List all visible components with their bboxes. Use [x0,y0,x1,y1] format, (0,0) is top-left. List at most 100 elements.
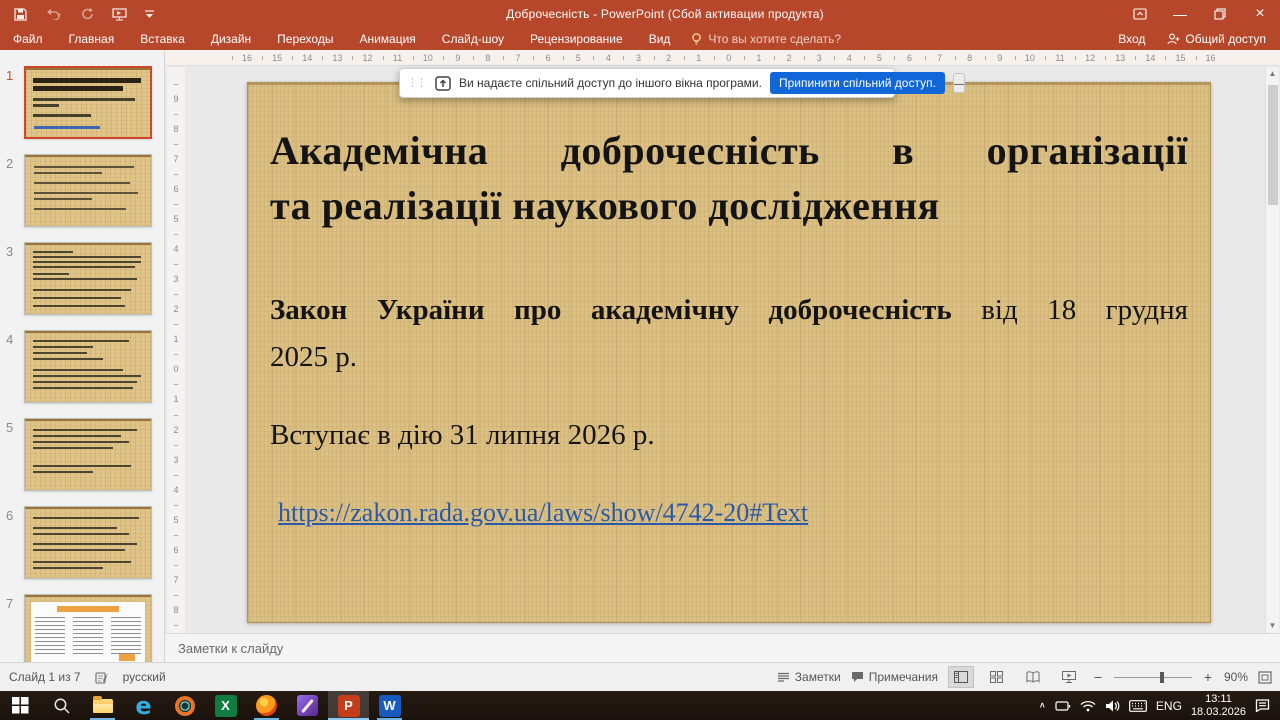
slide-hyperlink[interactable]: https://zakon.rada.gov.ua/laws/show/4742… [278,498,808,528]
zoom-slider-thumb[interactable] [1160,672,1164,683]
ruler-number: 6 [894,50,924,66]
thumbnail-row-6[interactable]: 6 [6,506,164,579]
ruler-number: 4 [167,475,185,505]
start-button[interactable] [0,691,41,720]
scroll-down-icon[interactable]: ▼ [1269,619,1277,633]
notes-placeholder: Заметки к слайду [178,641,283,656]
zoom-slider[interactable] [1114,677,1192,678]
windows-taskbar: e X P W ∧ ENG 13:11 18.0 [0,691,1280,720]
start-slideshow-icon[interactable] [112,8,127,21]
slide-thumbnail[interactable] [24,506,152,579]
slide-law-bold: Закон України про академічну доброчесніс… [270,294,952,326]
ribbon-tab-3[interactable]: Вставка [127,29,198,49]
slide-title[interactable]: Академічна доброчесність в організації т… [270,123,1188,233]
proofing-language[interactable]: русский [123,670,166,684]
zoom-out-button[interactable]: − [1092,669,1104,685]
word-icon[interactable]: W [369,691,410,720]
wifi-icon[interactable] [1080,700,1096,712]
comments-toggle[interactable]: Примечания [851,670,938,684]
ruler-number: 7 [503,50,533,66]
volume-icon[interactable] [1105,700,1120,712]
powerpoint-icon[interactable]: P [328,691,369,720]
ribbon-display-options-icon[interactable] [1120,0,1160,28]
thumbnail-row-5[interactable]: 5 [6,418,164,491]
normal-view-button[interactable] [948,666,974,688]
drag-handle-icon[interactable]: ⋮⋮ [405,78,427,88]
slide-thumbnail[interactable] [24,154,152,227]
file-explorer-icon[interactable] [82,691,123,720]
ruler-number: 13 [322,50,352,66]
ribbon-tab-2[interactable]: Главная [56,29,128,49]
action-center-icon[interactable] [1255,699,1270,712]
zoom-level[interactable]: 90% [1224,670,1248,684]
slide-thumbnail[interactable] [24,330,152,403]
window-title: Доброчесність - PowerPoint (Сбой активац… [210,7,1120,21]
ribbon-tab-6[interactable]: Анимация [346,29,428,49]
thumbnail-row-4[interactable]: 4 [6,330,164,403]
taskbar-search-button[interactable] [41,691,82,720]
ribbon-tab-5[interactable]: Переходы [264,29,346,49]
ribbon-tab-9[interactable]: Вид [636,29,684,49]
sign-in-button[interactable]: Вход [1118,32,1145,46]
device-icon[interactable] [1055,700,1071,712]
share-button[interactable]: Общий доступ [1167,32,1266,46]
slideshow-view-button[interactable] [1056,666,1082,688]
scrollbar-track[interactable] [1266,81,1279,619]
ruler-number: 2 [774,50,804,66]
excel-icon[interactable]: X [205,691,246,720]
tray-expand-icon[interactable]: ∧ [1039,701,1046,710]
undo-icon[interactable] [45,8,63,20]
stop-sharing-button[interactable]: Припинити спільний доступ. [770,72,945,94]
save-icon[interactable] [14,8,27,21]
scrollbar-thumb[interactable] [1268,85,1278,205]
ruler-number: 7 [925,50,955,66]
thumbnail-row-3[interactable]: 3 [6,242,164,315]
thumbnail-preview [25,595,151,662]
thumbnail-row-7[interactable]: 7 [6,594,164,662]
fit-to-window-icon[interactable] [1258,671,1272,684]
slide-effective-date[interactable]: Вступає в дію 31 липня 2026 р. [270,419,1188,452]
ruler-number: 9 [167,84,185,114]
ribbon-tab-7[interactable]: Слайд-шоу [429,29,517,49]
slide-thumbnail[interactable] [24,418,152,491]
powerpoint-window: Доброчесність - PowerPoint (Сбой активац… [0,0,1280,720]
thumbnail-number: 1 [6,66,24,139]
minimize-button[interactable]: — [1160,0,1200,28]
slide-sorter-view-button[interactable] [984,666,1010,688]
customize-qat-icon[interactable] [145,10,154,19]
taskbar-clock[interactable]: 13:11 18.03.2026 [1191,693,1246,719]
slide-canvas[interactable]: Академічна доброчесність в організації т… [247,82,1211,623]
title-bar: Доброчесність - PowerPoint (Сбой активац… [0,0,1280,28]
banner-minimize-button[interactable]: — [953,73,965,93]
ruler-number: 10 [1015,50,1045,66]
ruler-number: 16 [1196,50,1226,66]
close-button[interactable]: × [1240,0,1280,28]
canvas-scrollbar[interactable]: ▲ ▼ [1265,67,1279,633]
slide-law-paragraph[interactable]: Закон України про академічну доброчесніс… [270,289,1188,333]
notes-pane[interactable]: Заметки к слайду [165,633,1280,662]
input-language-indicator[interactable]: ENG [1156,699,1182,713]
zoom-in-button[interactable]: + [1202,669,1214,685]
slide-thumbnail[interactable] [24,594,152,662]
tell-me-box[interactable]: Что вы хотите сделать? [691,32,841,46]
thumbnail-row-2[interactable]: 2 [6,154,164,227]
slide-thumbnail[interactable] [24,242,152,315]
touch-keyboard-icon[interactable] [1129,700,1147,712]
ribbon-tab-8[interactable]: Рецензирование [517,29,636,49]
notes-toggle[interactable]: Заметки [777,670,841,684]
redo-icon[interactable] [81,8,94,21]
ribbon-tab-1[interactable]: Файл [0,29,56,49]
graphics-app-icon[interactable] [287,691,328,720]
ruler-number: 1 [167,384,185,414]
edge-browser-icon[interactable]: e [123,691,164,720]
ribbon-tab-4[interactable]: Дизайн [198,29,264,49]
firefox-icon[interactable] [246,691,287,720]
reading-view-button[interactable] [1020,666,1046,688]
spellcheck-icon[interactable] [95,671,109,684]
ruler-number: 6 [167,535,185,565]
thumbnail-row-1[interactable]: 1 [6,66,164,139]
restore-button[interactable] [1200,0,1240,28]
slide-thumbnail[interactable] [24,66,152,139]
image-viewer-icon[interactable] [164,691,205,720]
scroll-up-icon[interactable]: ▲ [1269,67,1277,81]
